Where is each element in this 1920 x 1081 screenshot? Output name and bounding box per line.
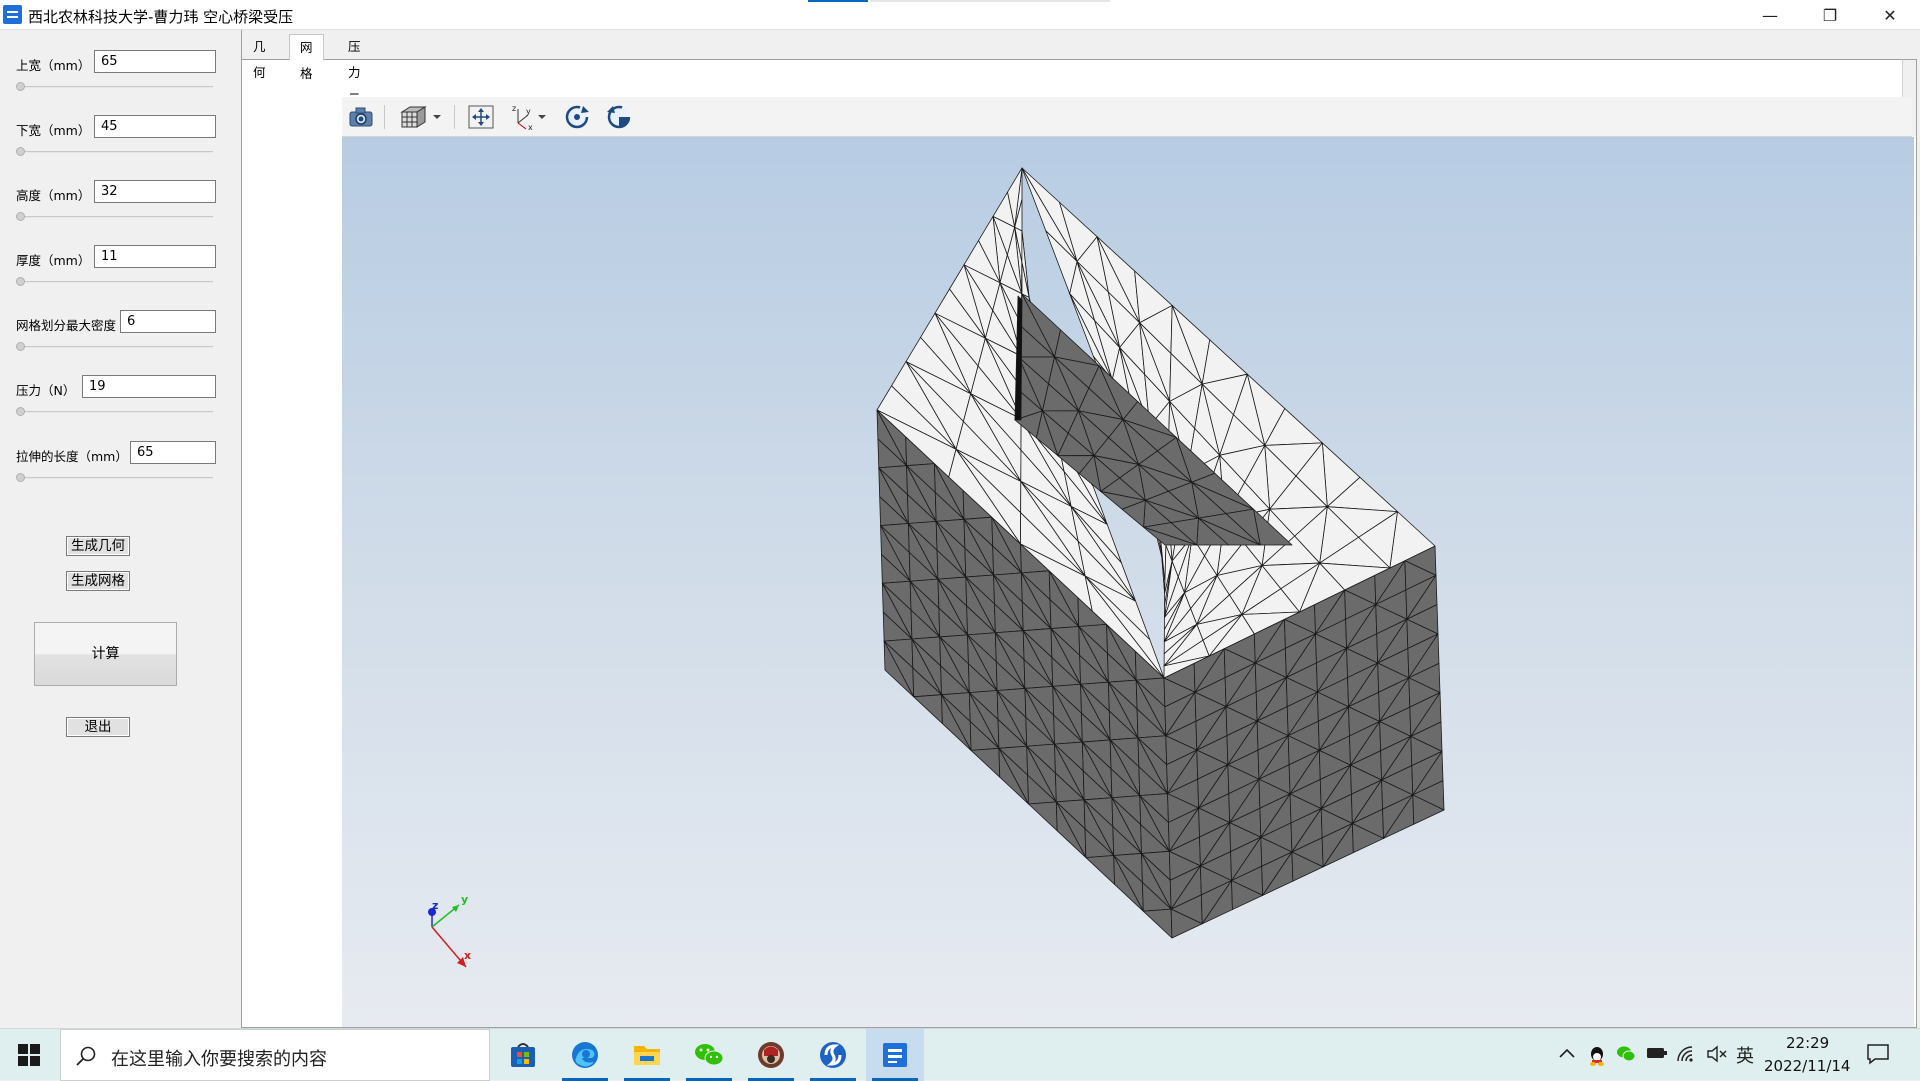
title-bar: 西北农林科技大学-曹力玮 空心桥梁受压 — ❐ ✕: [0, 0, 1920, 30]
pressure-slider[interactable]: [16, 407, 213, 416]
close-button[interactable]: ✕: [1860, 0, 1920, 30]
extrude-length-slider[interactable]: [16, 473, 213, 482]
clock-date[interactable]: 2022/11/14: [1764, 1057, 1850, 1075]
app-icon: [3, 5, 22, 24]
rotate-cw-icon[interactable]: [562, 103, 592, 131]
svg-text:y: y: [526, 107, 531, 116]
file-explorer-icon[interactable]: [618, 1029, 676, 1081]
axis-z-label: z: [432, 899, 438, 912]
param-label: 厚度（mm）: [16, 253, 91, 268]
mesh-side-face: [1142, 908, 1173, 939]
ime-indicator[interactable]: 英: [1736, 1042, 1754, 1068]
tab-geometry[interactable]: 几何: [243, 34, 276, 80]
axis-y-label: y: [461, 893, 468, 906]
generate-mesh-button[interactable]: 生成网格: [66, 571, 130, 591]
bottom-width-slider[interactable]: [16, 147, 213, 156]
slider-thumb[interactable]: [16, 473, 25, 482]
volume-muted-icon[interactable]: [1706, 1045, 1728, 1067]
taskbar-search-box[interactable]: 在这里输入你要搜索的内容: [60, 1029, 490, 1081]
generate-geometry-button[interactable]: 生成几何: [66, 536, 130, 556]
qq-icon[interactable]: [1588, 1045, 1606, 1071]
minimize-button[interactable]: —: [1740, 0, 1800, 30]
search-placeholder: 在这里输入你要搜索的内容: [111, 1049, 327, 1070]
param-label: 拉伸的长度（mm）: [16, 449, 128, 464]
param-mesh-density: 网格划分最大密度: [0, 308, 242, 368]
slider-thumb[interactable]: [16, 342, 25, 351]
slider-thumb[interactable]: [16, 147, 25, 156]
toolbar-separator: [384, 105, 385, 129]
param-label: 压力（N）: [16, 383, 76, 398]
accent-bar: [808, 0, 868, 2]
param-pressure: 压力（N）: [0, 373, 242, 433]
mesh-side-face: [970, 747, 1001, 778]
toolbar-separator: [454, 105, 455, 129]
mesh-density-slider[interactable]: [16, 342, 213, 351]
viewer-toolbar: z yx: [342, 97, 1912, 137]
wechat-tray-icon[interactable]: [1616, 1045, 1636, 1067]
param-thickness: 厚度（mm）: [0, 243, 242, 303]
pressure-input[interactable]: [82, 375, 216, 398]
accent-bar-track: [870, 0, 1110, 2]
photo-app-icon[interactable]: [742, 1029, 800, 1081]
param-label: 上宽（mm）: [16, 58, 91, 73]
tab-pressure-contour[interactable]: 压力云图1: [338, 34, 371, 158]
clock-time[interactable]: 22:29: [1786, 1034, 1829, 1052]
slider-thumb[interactable]: [16, 82, 25, 91]
rotate-ccw-icon[interactable]: [604, 103, 634, 131]
view-cube-icon[interactable]: [396, 103, 446, 131]
param-label: 高度（mm）: [16, 188, 91, 203]
mesh-side-face: [913, 694, 943, 724]
svg-text:z: z: [512, 104, 516, 113]
slider-thumb[interactable]: [16, 212, 25, 221]
mesh-side-face: [1085, 855, 1115, 885]
param-top-width: 上宽（mm）: [0, 48, 242, 108]
wechat-icon[interactable]: [680, 1029, 738, 1081]
axes-triad: z y x: [428, 893, 471, 968]
windows-start-icon[interactable]: [18, 1044, 40, 1066]
notification-icon[interactable]: [1866, 1043, 1890, 1069]
store-icon[interactable]: [494, 1029, 552, 1081]
axis-x-label: x: [464, 949, 471, 962]
taskbar: 在这里输入你要搜索的内容 英 22:29 2022/11/14: [0, 1028, 1920, 1081]
param-bottom-width: 下宽（mm）: [0, 113, 242, 173]
exit-button[interactable]: 退出: [66, 717, 130, 737]
fit-view-icon[interactable]: [466, 103, 496, 131]
svg-text:x: x: [528, 123, 533, 131]
calculate-button[interactable]: 计算: [34, 622, 177, 686]
mesh-viewport[interactable]: z y x: [342, 137, 1914, 1027]
edge-icon[interactable]: [556, 1029, 614, 1081]
thickness-slider[interactable]: [16, 277, 213, 286]
param-height: 高度（mm）: [0, 178, 242, 238]
browser-icon[interactable]: [804, 1029, 862, 1081]
slider-thumb[interactable]: [16, 277, 25, 286]
search-icon: [76, 1046, 96, 1066]
param-label: 网格划分最大密度: [16, 318, 117, 333]
mesh-side-face: [1028, 801, 1058, 832]
thickness-input[interactable]: [94, 245, 216, 268]
mesh-model: z y x: [428, 167, 1445, 968]
slider-thumb[interactable]: [16, 407, 25, 416]
battery-icon[interactable]: [1646, 1045, 1668, 1064]
top-width-slider[interactable]: [16, 82, 213, 91]
parameter-panel: 上宽（mm） 下宽（mm） 高度（mm） 厚度（mm） 网格划分最大密度 压力（…: [0, 30, 242, 1028]
height-input[interactable]: [94, 180, 216, 203]
mesh-density-input[interactable]: [120, 310, 216, 333]
tray-chevron-up-icon[interactable]: [1558, 1045, 1576, 1064]
param-extrude-length: 拉伸的长度（mm）: [0, 439, 242, 499]
restore-button[interactable]: ❐: [1800, 0, 1860, 30]
tab-mesh[interactable]: 网格: [289, 34, 324, 81]
window-title: 西北农林科技大学-曹力玮 空心桥梁受压: [28, 8, 294, 26]
height-slider[interactable]: [16, 212, 213, 221]
param-label: 下宽（mm）: [16, 123, 91, 138]
extrude-length-input[interactable]: [130, 441, 216, 464]
wifi-icon[interactable]: [1676, 1045, 1696, 1067]
top-width-input[interactable]: [94, 50, 216, 73]
bottom-width-input[interactable]: [94, 115, 216, 138]
app-window-icon[interactable]: [866, 1029, 924, 1081]
camera-icon[interactable]: [346, 103, 376, 131]
axes-orientation-icon[interactable]: z yx: [508, 103, 552, 131]
